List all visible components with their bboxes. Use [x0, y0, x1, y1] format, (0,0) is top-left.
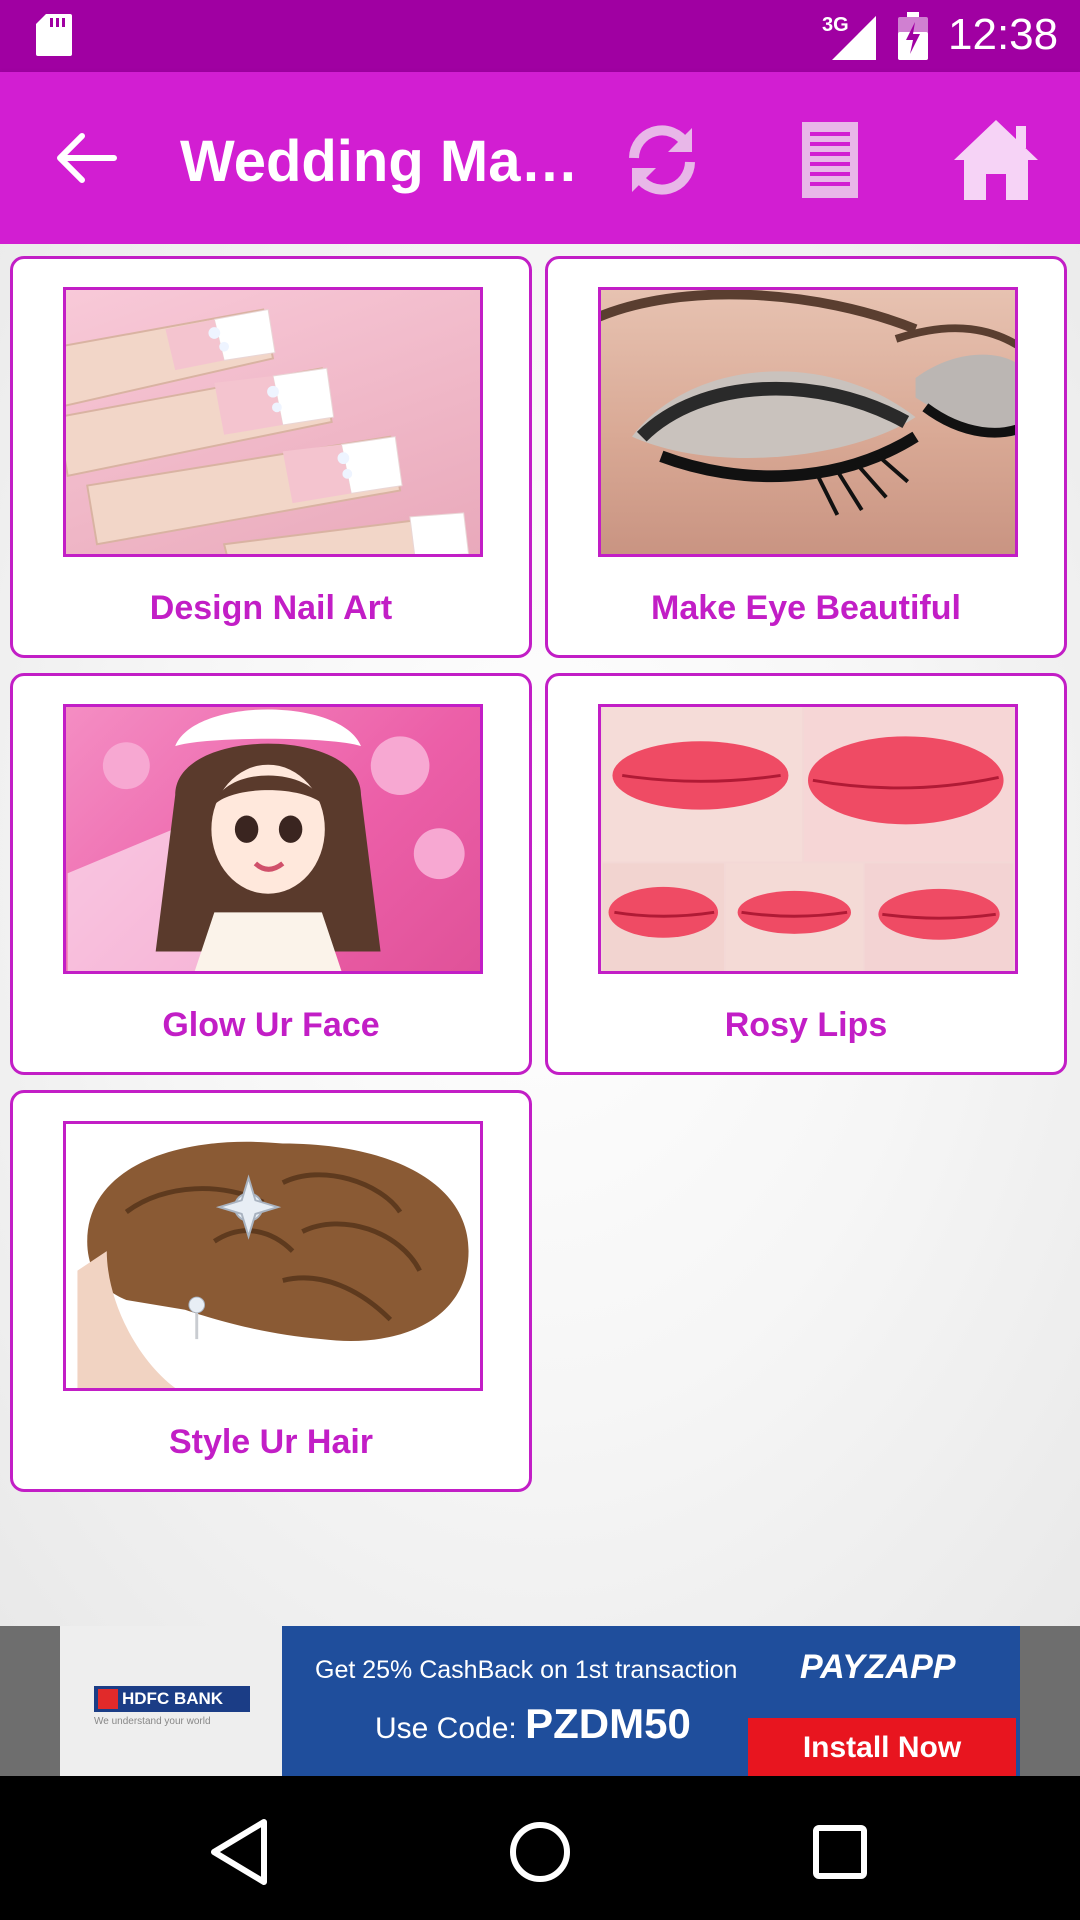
lips-illustration — [602, 707, 1014, 971]
payzapp-logo: PAYZAPP — [800, 1648, 956, 1686]
home-icon[interactable] — [946, 110, 1046, 210]
ad-strip: HDFC BANK We understand your world Get 2… — [0, 1626, 1080, 1776]
hairstyle-image — [63, 1121, 483, 1391]
content-area: Design Nail Art Make Eye Beautiful Glow … — [0, 244, 1080, 1626]
card-style-ur-hair[interactable]: Style Ur Hair — [10, 1090, 532, 1492]
card-design-nail-art[interactable]: Design Nail Art — [10, 256, 532, 658]
app-bar: Wedding Ma… — [0, 72, 1080, 244]
refresh-icon[interactable] — [612, 110, 712, 210]
card-label: Glow Ur Face — [162, 1006, 380, 1044]
card-label: Design Nail Art — [149, 589, 393, 627]
bank-name: HDFC BANK — [122, 1689, 224, 1708]
home-circle-icon[interactable] — [500, 1812, 580, 1892]
eye-illustration — [601, 290, 1015, 516]
card-label: Style Ur Hair — [168, 1423, 374, 1461]
bank-tagline: We understand your world — [94, 1716, 211, 1727]
page-title: Wedding Ma… — [180, 129, 579, 194]
hdfc-logo-icon — [98, 1689, 118, 1709]
card-label: Rosy Lips — [724, 1006, 888, 1044]
list-icon[interactable] — [780, 110, 880, 210]
recents-square-icon[interactable] — [800, 1812, 880, 1892]
install-now-button[interactable]: Install Now — [748, 1718, 1016, 1776]
card-label: Make Eye Beautiful — [651, 589, 961, 627]
nail-art-image — [63, 287, 483, 557]
card-rosy-lips[interactable]: Rosy Lips — [545, 673, 1067, 1075]
ad-banner[interactable]: HDFC BANK We understand your world Get 2… — [60, 1626, 1020, 1776]
system-nav-bar — [0, 1776, 1080, 1920]
back-triangle-icon[interactable] — [202, 1812, 282, 1892]
eye-makeup-image — [598, 287, 1018, 557]
card-glow-ur-face[interactable]: Glow Ur Face — [10, 673, 532, 1075]
card-make-eye-beautiful[interactable]: Make Eye Beautiful — [545, 256, 1067, 658]
clock: 12:38 — [948, 10, 1059, 59]
battery-icon — [898, 12, 928, 60]
ad-code-prefix: Use Code: — [375, 1712, 517, 1745]
hdfc-logo: HDFC BANK — [94, 1686, 250, 1712]
status-bar: 3G 12:38 — [0, 0, 1080, 72]
ad-promo-code: PZDM50 — [525, 1700, 691, 1747]
bride-face-image — [63, 704, 483, 974]
sd-card-icon — [36, 14, 72, 56]
ad-code-line: Use Code: PZDM50 — [375, 1700, 691, 1748]
hair-illustration — [77, 1141, 469, 1388]
signal-icon — [832, 16, 876, 60]
bride-illustration — [67, 709, 465, 971]
lips-image — [598, 704, 1018, 974]
ad-offer-text: Get 25% CashBack on 1st transaction — [315, 1656, 738, 1684]
signal-indicator: 3G — [822, 14, 876, 60]
back-arrow-icon[interactable] — [48, 118, 128, 198]
ad-bank-panel: HDFC BANK We understand your world — [60, 1626, 282, 1776]
nail-art-illustration — [66, 308, 470, 554]
